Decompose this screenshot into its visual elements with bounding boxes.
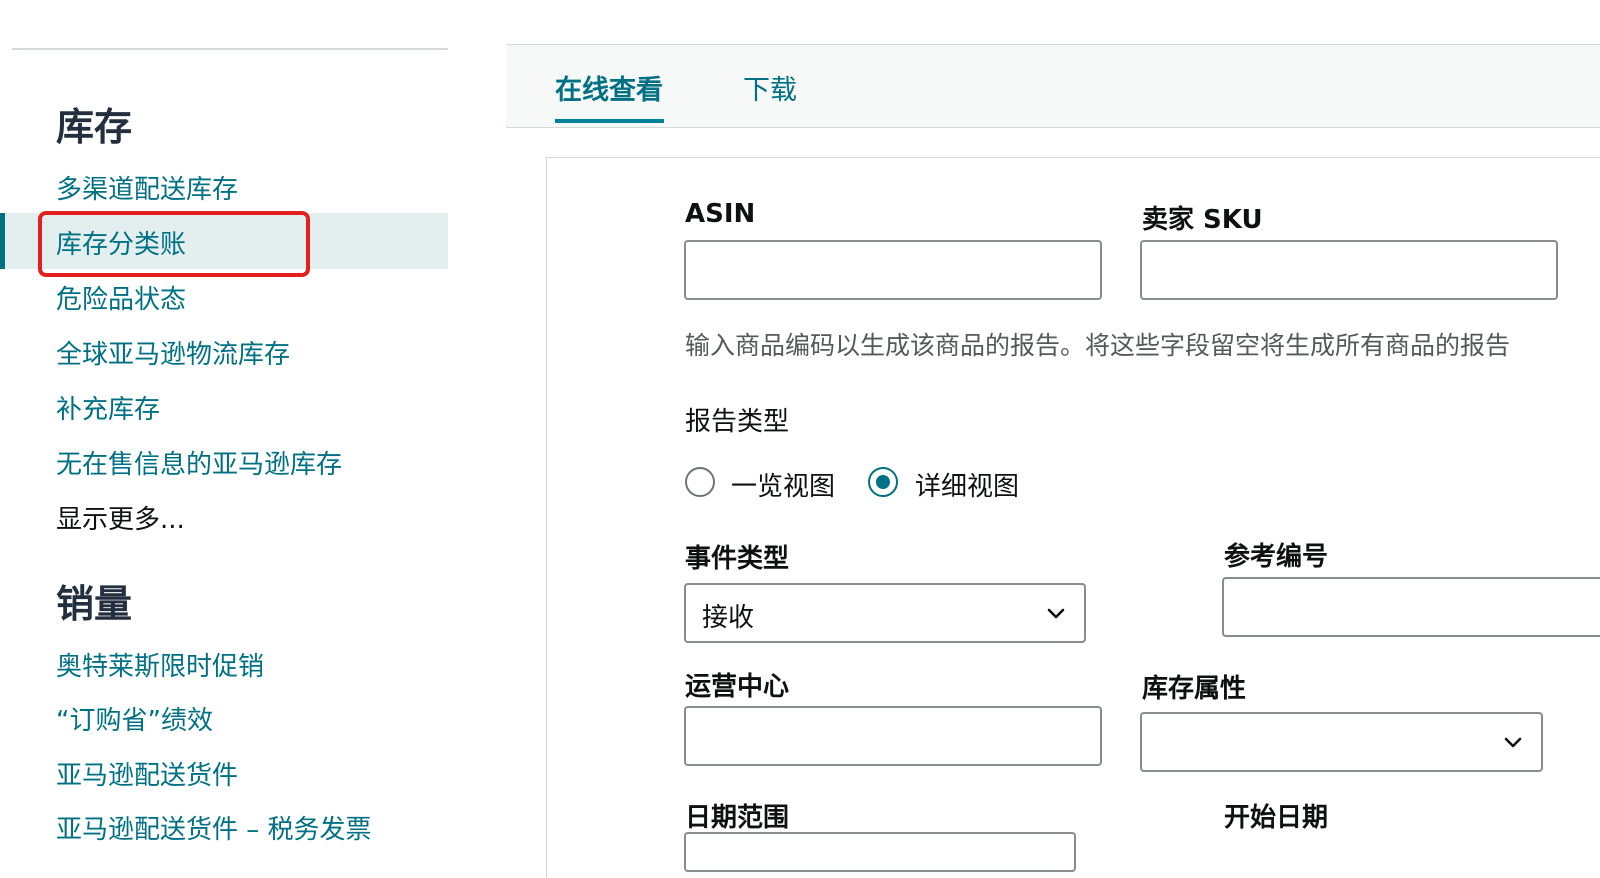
tab-download[interactable]: 下载 [743, 68, 797, 107]
sidebar-item-stranded-inventory[interactable]: 无在售信息的亚马逊库存 [56, 444, 342, 481]
sidebar-item-restock-inventory[interactable]: 补充库存 [56, 389, 160, 426]
sidebar-heading-sales: 销量 [56, 582, 133, 626]
radio-summary-view-label[interactable]: 一览视图 [731, 466, 835, 503]
inventory-attribute-select[interactable] [1140, 712, 1543, 772]
report-type-label: 报告类型 [685, 407, 790, 437]
fulfillment-center-label: 运营中心 [685, 672, 790, 702]
sidebar-item-fba-shipments-tax-invoice[interactable]: 亚马逊配送货件 – 税务发票 [56, 809, 372, 846]
event-type-label: 事件类型 [685, 544, 790, 574]
hint-text: 输入商品编码以生成该商品的报告。将这些字段留空将生成所有商品的报告 [685, 331, 1511, 360]
chevron-down-icon [1047, 608, 1065, 619]
tab-active-underline [555, 119, 664, 123]
sidebar-item-hazmat-status[interactable]: 危险品状态 [56, 279, 186, 316]
radio-summary-view[interactable] [685, 467, 715, 497]
tab-view-online[interactable]: 在线查看 [555, 68, 663, 107]
start-date-label: 开始日期 [1224, 803, 1329, 833]
tabs-bar [506, 44, 1600, 128]
fulfillment-center-input[interactable] [684, 706, 1102, 766]
inventory-attribute-label: 库存属性 [1142, 674, 1247, 704]
asin-input[interactable] [684, 240, 1102, 300]
sidebar-item-subscribe-save[interactable]: “订购省”绩效 [56, 700, 213, 737]
reference-id-label: 参考编号 [1224, 542, 1329, 572]
sidebar-heading-inventory: 库存 [56, 105, 133, 149]
sidebar-item-fba-shipments[interactable]: 亚马逊配送货件 [56, 755, 238, 792]
date-range-label: 日期范围 [685, 803, 790, 833]
chevron-down-icon [1504, 737, 1522, 748]
sidebar-item-outlet-deals[interactable]: 奥特莱斯限时促销 [56, 646, 264, 683]
seller-sku-label: 卖家 SKU [1142, 205, 1263, 235]
nav-selected-indicator [0, 213, 5, 269]
highlight-box [38, 211, 310, 277]
sidebar-item-multi-channel-inventory[interactable]: 多渠道配送库存 [56, 169, 238, 206]
event-type-value: 接收 [702, 603, 755, 633]
date-range-select[interactable] [684, 832, 1076, 872]
event-type-select[interactable]: 接收 [684, 583, 1086, 643]
seller-sku-input[interactable] [1140, 240, 1558, 300]
sidebar-divider [12, 48, 448, 50]
sidebar-item-global-fba-inventory[interactable]: 全球亚马逊物流库存 [56, 334, 290, 371]
radio-detailed-view-label[interactable]: 详细视图 [915, 466, 1019, 503]
show-more-link[interactable]: 显示更多... [56, 499, 185, 536]
reference-id-input[interactable] [1222, 577, 1600, 637]
radio-detailed-view[interactable] [868, 467, 898, 497]
asin-label: ASIN [685, 199, 756, 229]
